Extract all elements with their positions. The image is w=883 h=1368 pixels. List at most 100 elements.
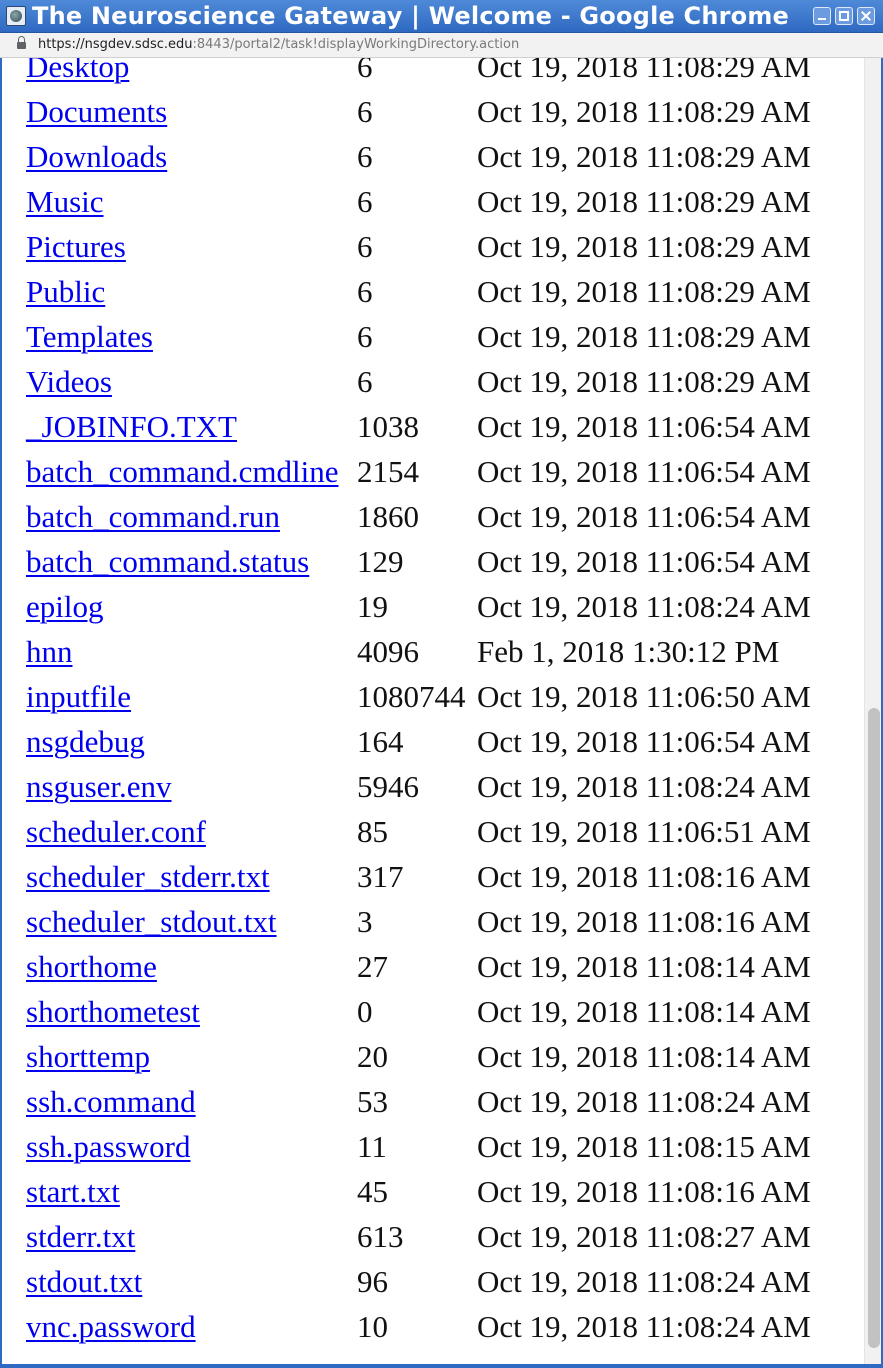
file-modified-date: Oct 19, 2018 11:08:29 AM [477, 364, 811, 399]
file-modified-date: Oct 19, 2018 11:08:27 AM [477, 1219, 811, 1254]
file-size: 1860 [357, 499, 419, 534]
close-icon [861, 11, 871, 21]
address-bar[interactable]: https://nsgdev.sdsc.edu:8443/portal2/tas… [0, 33, 883, 58]
file-link[interactable]: Videos [26, 364, 112, 400]
url-path: :8443/portal2/task!displayWorkingDirecto… [192, 37, 520, 52]
file-link[interactable]: Public [26, 274, 105, 310]
file-size: 6 [357, 184, 373, 219]
file-size: 317 [357, 859, 404, 894]
directory-listing: Desktop 6 Oct 19, 2018 11:08:29 AM Document… [0, 58, 864, 1364]
table-row: Public 6 Oct 19, 2018 11:08:29 AM [0, 274, 864, 319]
file-link[interactable]: _JOBINFO.TXT [26, 409, 237, 445]
table-row: start.txt 45 Oct 19, 2018 11:08:16 AM [0, 1174, 864, 1219]
table-row: batch_command.run 1860 Oct 19, 2018 11:06:… [0, 499, 864, 544]
file-modified-date: Oct 19, 2018 11:08:16 AM [477, 859, 811, 894]
file-modified-date: Oct 19, 2018 11:08:15 AM [477, 1129, 811, 1164]
file-modified-date: Oct 19, 2018 11:08:24 AM [477, 769, 811, 804]
file-link[interactable]: shorthometest [26, 994, 200, 1030]
file-size: 5946 [357, 769, 419, 804]
file-link[interactable]: batch_command.cmdline [26, 454, 338, 490]
file-link[interactable]: ssh.command [26, 1084, 196, 1120]
file-size: 6 [357, 319, 373, 354]
file-link[interactable]: Documents [26, 94, 167, 130]
file-modified-date: Oct 19, 2018 11:08:14 AM [477, 994, 811, 1029]
file-size: 6 [357, 139, 373, 174]
chrome-app-icon[interactable] [6, 6, 26, 26]
file-size: 6 [357, 229, 373, 264]
lock-icon[interactable] [17, 36, 26, 50]
file-modified-date: Oct 19, 2018 11:06:51 AM [477, 814, 811, 849]
table-row: scheduler.conf 85 Oct 19, 2018 11:06:51 AM [0, 814, 864, 859]
file-size: 96 [357, 1264, 388, 1299]
file-size: 1038 [357, 409, 419, 444]
table-row: epilog 19 Oct 19, 2018 11:08:24 AM [0, 589, 864, 634]
maximize-icon [839, 11, 849, 21]
file-size: 45 [357, 1174, 388, 1209]
window-border-bottom [0, 1364, 883, 1368]
file-size: 6 [357, 94, 373, 129]
file-modified-date: Oct 19, 2018 11:08:24 AM [477, 1264, 811, 1299]
file-size: 3 [357, 904, 373, 939]
file-link[interactable]: shorttemp [26, 1039, 150, 1075]
file-modified-date: Oct 19, 2018 11:08:29 AM [477, 94, 811, 129]
close-button[interactable] [857, 7, 875, 25]
table-row: Downloads 6 Oct 19, 2018 11:08:29 AM [0, 139, 864, 184]
file-modified-date: Oct 19, 2018 11:08:24 AM [477, 589, 811, 624]
file-size: 6 [357, 274, 373, 309]
file-link[interactable]: ssh.password [26, 1129, 190, 1165]
file-modified-date: Oct 19, 2018 11:08:24 AM [477, 1084, 811, 1119]
table-row: ssh.password 11 Oct 19, 2018 11:08:15 AM [0, 1129, 864, 1174]
table-row: inputfile 1080744 Oct 19, 2018 11:06:50 AM [0, 679, 864, 724]
file-link[interactable]: scheduler.conf [26, 814, 206, 850]
file-link[interactable]: Music [26, 184, 104, 220]
file-modified-date: Oct 19, 2018 11:06:54 AM [477, 454, 811, 489]
file-link[interactable]: nsgdebug [26, 724, 145, 760]
file-size: 19 [357, 589, 388, 624]
file-link[interactable]: Pictures [26, 229, 126, 265]
table-row: Documents 6 Oct 19, 2018 11:08:29 AM [0, 94, 864, 139]
url-host: https://nsgdev.sdsc.edu [38, 37, 193, 52]
file-modified-date: Oct 19, 2018 11:08:16 AM [477, 904, 811, 939]
file-link[interactable]: vnc.password [26, 1309, 196, 1345]
table-row: stderr.txt 613 Oct 19, 2018 11:08:27 AM [0, 1219, 864, 1264]
maximize-button[interactable] [835, 7, 853, 25]
file-link[interactable]: stderr.txt [26, 1219, 135, 1255]
file-link[interactable]: Desktop [26, 58, 129, 85]
window-title: The Neuroscience Gateway | Welcome - Goo… [32, 2, 790, 30]
file-link[interactable]: Downloads [26, 139, 167, 175]
file-link[interactable]: Templates [26, 319, 153, 355]
table-row: vnc.password 10 Oct 19, 2018 11:08:24 AM [0, 1309, 864, 1354]
file-link[interactable]: scheduler_stdout.txt [26, 904, 277, 940]
file-modified-date: Oct 19, 2018 11:08:29 AM [477, 319, 811, 354]
file-link[interactable]: epilog [26, 589, 104, 625]
table-row: shorthome 27 Oct 19, 2018 11:08:14 AM [0, 949, 864, 994]
file-modified-date: Oct 19, 2018 11:08:14 AM [477, 1039, 811, 1074]
file-size: 10 [357, 1309, 388, 1344]
table-row: batch_command.status 129 Oct 19, 2018 11:0… [0, 544, 864, 589]
file-link[interactable]: batch_command.run [26, 499, 280, 535]
file-modified-date: Oct 19, 2018 11:06:54 AM [477, 544, 811, 579]
file-link[interactable]: stdout.txt [26, 1264, 142, 1300]
file-link[interactable]: nsguser.env [26, 769, 172, 805]
file-size: 4096 [357, 634, 419, 669]
file-link[interactable]: batch_command.status [26, 544, 309, 580]
table-row: Music 6 Oct 19, 2018 11:08:29 AM [0, 184, 864, 229]
file-modified-date: Oct 19, 2018 11:08:29 AM [477, 274, 811, 309]
file-size: 6 [357, 364, 373, 399]
file-link[interactable]: hnn [26, 634, 73, 670]
file-modified-date: Oct 19, 2018 11:06:54 AM [477, 724, 811, 759]
file-link[interactable]: scheduler_stderr.txt [26, 859, 270, 895]
file-size: 11 [357, 1129, 387, 1164]
file-link[interactable]: shorthome [26, 949, 157, 985]
scrollbar-thumb[interactable] [868, 708, 880, 1348]
table-row: scheduler_stdout.txt 3 Oct 19, 2018 11:08:… [0, 904, 864, 949]
file-modified-date: Oct 19, 2018 11:08:14 AM [477, 949, 811, 984]
url-text[interactable]: https://nsgdev.sdsc.edu:8443/portal2/tas… [38, 37, 519, 53]
file-link[interactable]: inputfile [26, 679, 131, 715]
window-titlebar[interactable]: The Neuroscience Gateway | Welcome - Goo… [0, 0, 883, 33]
file-modified-date: Oct 19, 2018 11:08:29 AM [477, 229, 811, 264]
table-row: nsgdebug 164 Oct 19, 2018 11:06:54 AM [0, 724, 864, 769]
file-link[interactable]: start.txt [26, 1174, 120, 1210]
table-row: scheduler_stderr.txt 317 Oct 19, 2018 11:0… [0, 859, 864, 904]
minimize-button[interactable] [813, 7, 831, 25]
